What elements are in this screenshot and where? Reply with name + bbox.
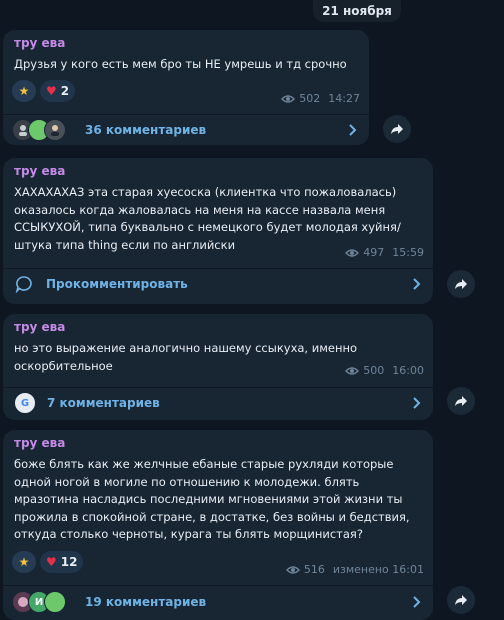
heart-icon: ♥ <box>46 84 57 98</box>
commenter-avatars: И <box>12 591 66 613</box>
commenter-avatars: G <box>14 392 36 414</box>
message-text: но это выражение аналогично нашему ссыку… <box>14 341 358 373</box>
comments-label: Прокомментировать <box>46 277 188 291</box>
forward-icon <box>391 124 403 134</box>
commenter-avatars <box>12 119 66 141</box>
message-text: ХАХАХАХАЗ эта старая хуесоска (клиентка … <box>14 185 401 252</box>
comment-button[interactable]: Прокомментировать <box>3 269 433 299</box>
forward-button[interactable] <box>447 387 475 415</box>
eye-icon <box>285 565 300 574</box>
message-time: изменено 16:01 <box>332 563 424 576</box>
eye-icon <box>345 248 360 257</box>
message-author[interactable]: тру ева <box>14 436 65 450</box>
forward-icon <box>455 279 467 289</box>
message-meta: 500 16:00 <box>345 364 424 377</box>
message-author[interactable]: тру ева <box>14 164 65 178</box>
message-time: 14:27 <box>328 92 360 105</box>
forward-icon <box>455 396 467 406</box>
message-meta: 497 15:59 <box>345 246 424 259</box>
view-count: 500 <box>363 364 385 377</box>
message-text: боже блять как же желчные ебаные старые … <box>14 457 410 541</box>
comment-icon <box>15 276 32 293</box>
message-1: тру ева Друзья у кого есть мем бро ты НЕ… <box>3 30 369 145</box>
comments-button[interactable]: 36 комментариев <box>3 115 369 145</box>
view-count: 497 <box>363 246 385 259</box>
heart-reaction[interactable]: ♥ 2 <box>40 80 76 102</box>
chevron-right-icon <box>413 397 421 409</box>
eye-icon <box>345 366 360 375</box>
heart-icon: ♥ <box>46 555 57 569</box>
avatar <box>44 119 66 141</box>
forward-icon <box>455 595 467 605</box>
message-3: тру ева но это выражение аналогично наше… <box>3 314 433 420</box>
chevron-right-icon <box>349 124 357 136</box>
message-meta: 516 изменено 16:01 <box>285 563 424 576</box>
date-separator: 21 ноября <box>313 0 401 22</box>
message-time: 15:59 <box>392 246 424 259</box>
message-time: 16:00 <box>392 364 424 377</box>
message-text: Друзья у кого есть мем бро ты НЕ умрешь … <box>14 57 347 71</box>
message-author[interactable]: тру ева <box>14 36 65 50</box>
star-reaction[interactable]: ★ <box>12 80 36 102</box>
message-2: тру ева ХАХАХАХАЗ эта старая хуесоска (к… <box>3 158 433 304</box>
star-reaction[interactable]: ★ <box>12 551 36 573</box>
heart-reaction[interactable]: ♥ 12 <box>40 551 84 573</box>
avatar: G <box>14 392 36 414</box>
avatar <box>44 591 66 613</box>
comments-label: 7 комментариев <box>47 396 160 410</box>
forward-button[interactable] <box>447 586 475 614</box>
forward-button[interactable] <box>447 270 475 298</box>
comments-button[interactable]: И 19 комментариев <box>3 587 433 617</box>
comments-button[interactable]: G 7 комментариев <box>3 388 433 418</box>
reaction-count: 2 <box>60 84 70 98</box>
message-4: тру ева боже блять как же желчные ебаные… <box>3 430 433 620</box>
comments-label: 19 комментариев <box>85 595 207 609</box>
star-icon: ★ <box>18 84 30 98</box>
chevron-right-icon <box>413 596 421 608</box>
reaction-count: 12 <box>60 555 78 569</box>
eye-icon <box>281 94 296 103</box>
view-count: 502 <box>299 92 321 105</box>
reactions: ★ ♥ 2 <box>12 80 76 102</box>
view-count: 516 <box>303 563 325 576</box>
reactions: ★ ♥ 12 <box>12 551 84 573</box>
message-author[interactable]: тру ева <box>14 320 65 334</box>
comments-label: 36 комментариев <box>85 123 207 137</box>
message-meta: 502 14:27 <box>281 92 360 105</box>
star-icon: ★ <box>18 555 30 569</box>
chevron-right-icon <box>413 278 421 290</box>
forward-button[interactable] <box>383 115 411 143</box>
